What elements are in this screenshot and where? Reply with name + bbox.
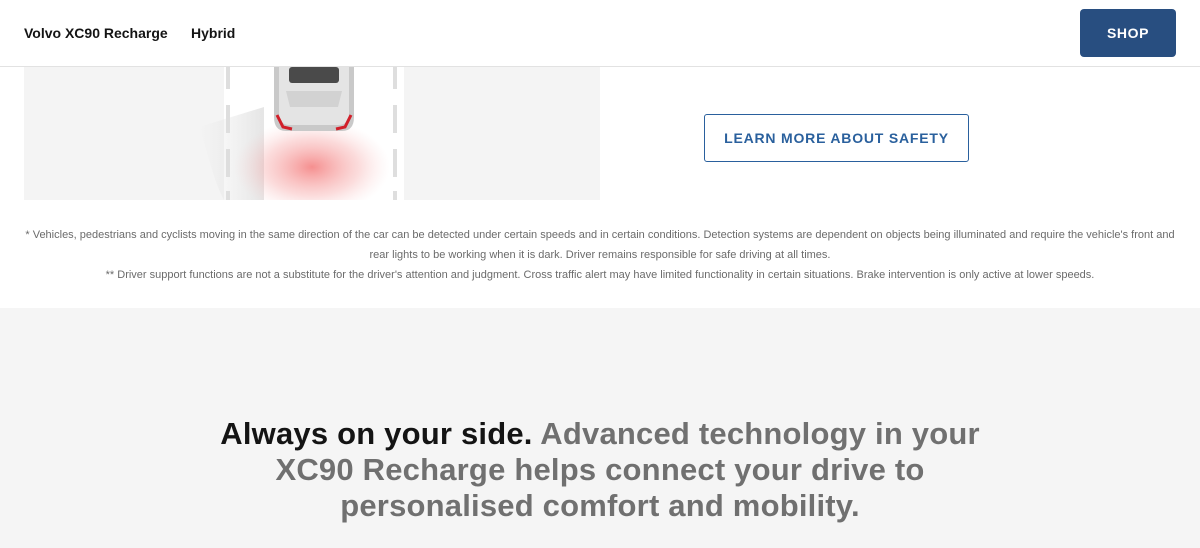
disclaimer-detection: * Vehicles, pedestrians and cyclists mov… [25, 229, 1175, 261]
car-top-view-rear-sensor-icon [24, 67, 600, 200]
product-nav-bar: Volvo XC90 Recharge Hybrid SHOP [0, 0, 1200, 67]
comfort-section: Always on your side. Advanced technology… [0, 308, 1200, 548]
shop-button[interactable]: SHOP [1080, 9, 1176, 57]
learn-more-safety-button[interactable]: LEARN MORE ABOUT SAFETY [704, 114, 969, 162]
safety-disclaimers: * Vehicles, pedestrians and cyclists mov… [20, 225, 1180, 285]
safety-feature-image [24, 67, 600, 200]
model-name: Volvo XC90 Recharge [24, 25, 168, 41]
comfort-headline: Always on your side. Advanced technology… [200, 416, 1000, 524]
headline-lead: Always on your side. [220, 416, 533, 451]
variant-link-hybrid[interactable]: Hybrid [191, 25, 235, 41]
disclaimer-driver-support: ** Driver support functions are not a su… [105, 269, 1095, 281]
